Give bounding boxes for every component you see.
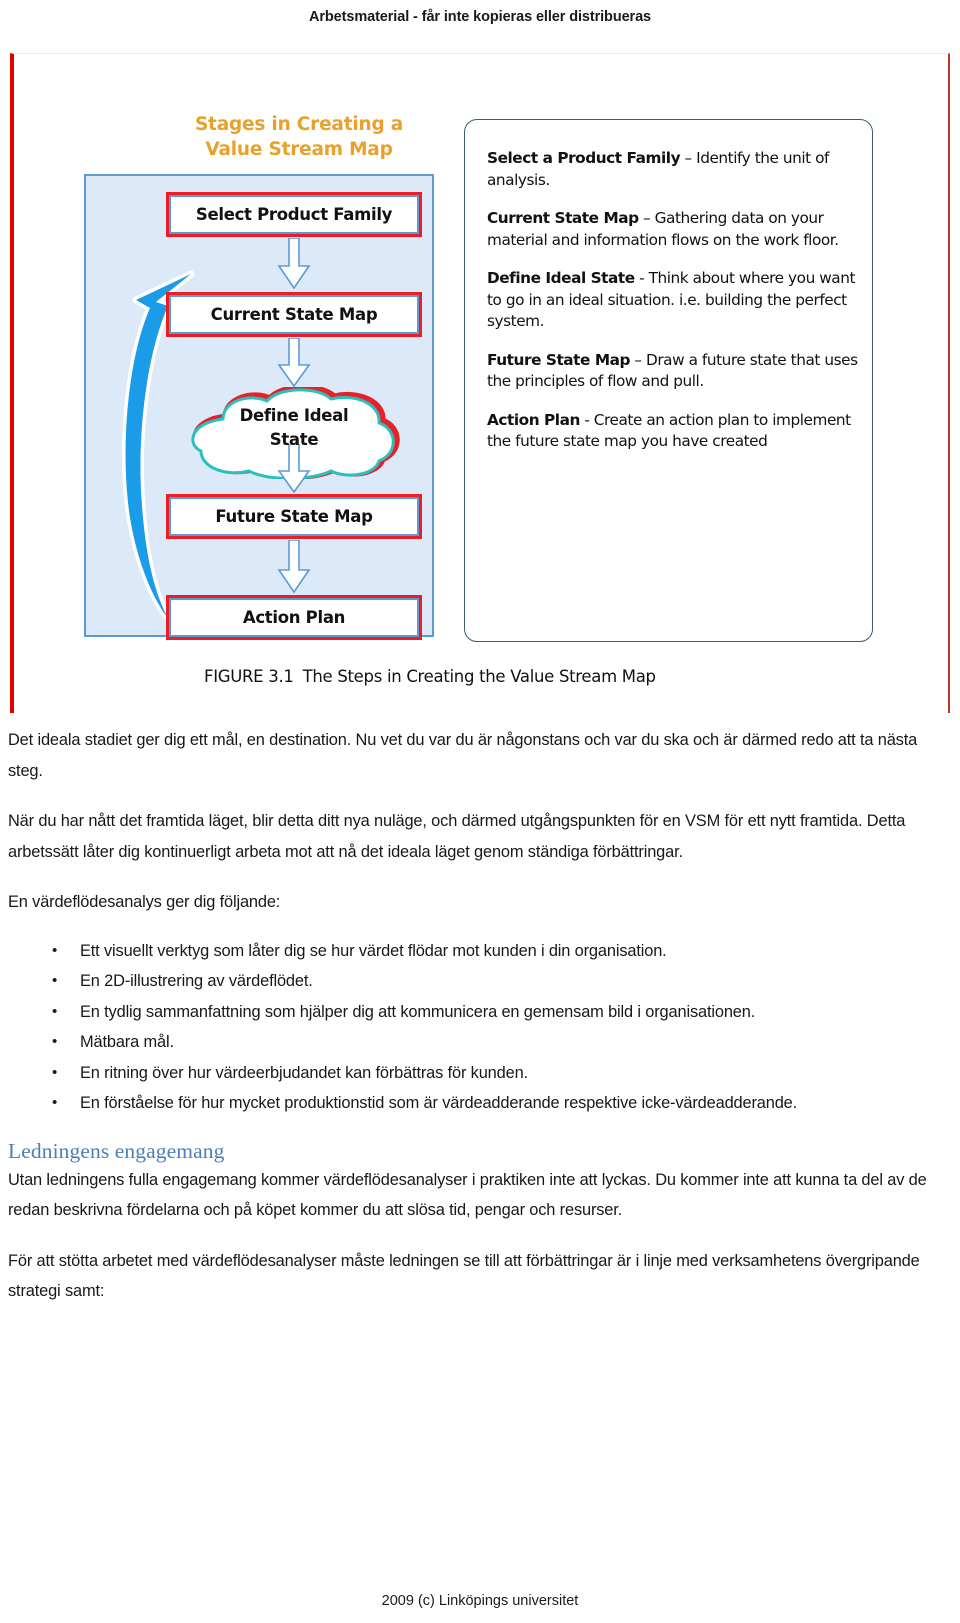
cloud-label: Define Ideal State — [174, 404, 414, 452]
figure-region: Stages in Creating a Value Stream Map Se… — [10, 53, 950, 713]
figure-inner: Stages in Creating a Value Stream Map Se… — [14, 54, 948, 713]
description-term: Action Plan — [487, 410, 580, 429]
flowchart-panel: Select Product Family Current State Map … — [84, 174, 434, 640]
paragraph-3: En värdeflödesanalys ger dig följande: — [8, 893, 281, 911]
paragraph-2: När du har nått det framtida läget, blir… — [8, 812, 906, 861]
watermark-text: Arbetsmaterial - får inte kopieras eller… — [308, 9, 652, 25]
description-item: Define Ideal State - Think about where y… — [487, 268, 858, 333]
cloud-label-line1: Define Ideal — [239, 406, 349, 425]
description-item: Select a Product Family – Identify the u… — [487, 148, 858, 191]
description-term: Future State Map — [487, 350, 630, 369]
down-arrow-icon — [277, 540, 311, 594]
document-body: Det ideala stadiet ger dig ett mål, en d… — [8, 725, 938, 1327]
figure-description-panel: Select a Product Family – Identify the u… — [464, 119, 873, 642]
description-item: Action Plan - Create an action plan to i… — [487, 410, 858, 453]
flow-step-future-state-map: Future State Map — [166, 494, 422, 539]
description-term: Select a Product Family — [487, 149, 681, 167]
down-arrow-icon — [277, 238, 311, 290]
flow-step-action-plan: Action Plan — [166, 595, 422, 640]
list-item: En 2D-illustrering av värdeflödet. — [8, 966, 938, 997]
section-heading-ledningens-engagemang: Ledningens engagemang — [8, 1138, 225, 1163]
cloud-label-line2: State — [269, 430, 319, 449]
figure-caption-text: The Steps in Creating the Value Stream M… — [302, 667, 656, 686]
flow-step-current-state-map: Current State Map — [166, 292, 422, 337]
down-arrow-icon — [277, 338, 311, 388]
description-term: Current State Map — [487, 209, 639, 227]
footer-copyright: 2009 (c) Linköpings universitet — [381, 1593, 579, 1609]
flow-step-label: Action Plan — [242, 608, 346, 627]
figure-caption: FIGURE 3.1 The Steps in Creating the Valu… — [204, 667, 656, 686]
list-item: Ett visuellt verktyg som låter dig se hu… — [8, 936, 938, 967]
list-item: En tydlig sammanfattning som hjälper dig… — [8, 997, 938, 1028]
flow-step-label: Current State Map — [210, 305, 378, 324]
flowchart-title: Stages in Creating a Value Stream Map — [164, 112, 434, 162]
benefits-bullet-list: Ett visuellt verktyg som låter dig se hu… — [8, 936, 938, 1119]
flow-step-label: Select Product Family — [195, 205, 393, 224]
flow-step-label: Future State Map — [215, 507, 373, 526]
document-footer: 2009 (c) Linköpings universitet — [0, 1593, 960, 1609]
paragraph-5: För att stötta arbetet med värdeflödesan… — [8, 1251, 920, 1301]
paragraph-4: Utan ledningens fulla engagemang kommer … — [8, 1170, 927, 1220]
paragraph-1: Det ideala stadiet ger dig ett mål, en d… — [8, 731, 918, 780]
list-item: En förståelse för hur mycket produktions… — [8, 1088, 938, 1119]
flowchart-title-line2: Value Stream Map — [205, 139, 393, 160]
description-item: Future State Map – Draw a future state t… — [487, 350, 858, 393]
list-item: En ritning över hur värdeerbjudandet kan… — [8, 1058, 938, 1089]
document-watermark-header: Arbetsmaterial - får inte kopieras eller… — [0, 0, 960, 34]
description-term: Define Ideal State — [487, 269, 635, 287]
flowchart-title-line1: Stages in Creating a — [194, 114, 404, 135]
description-item: Current State Map – Gathering data on yo… — [487, 208, 858, 251]
figure-caption-label: FIGURE 3.1 — [204, 667, 294, 686]
list-item: Mätbara mål. — [8, 1027, 938, 1058]
figure-description-list: Select a Product Family – Identify the u… — [465, 120, 872, 453]
flow-step-select-product-family: Select Product Family — [166, 192, 422, 237]
